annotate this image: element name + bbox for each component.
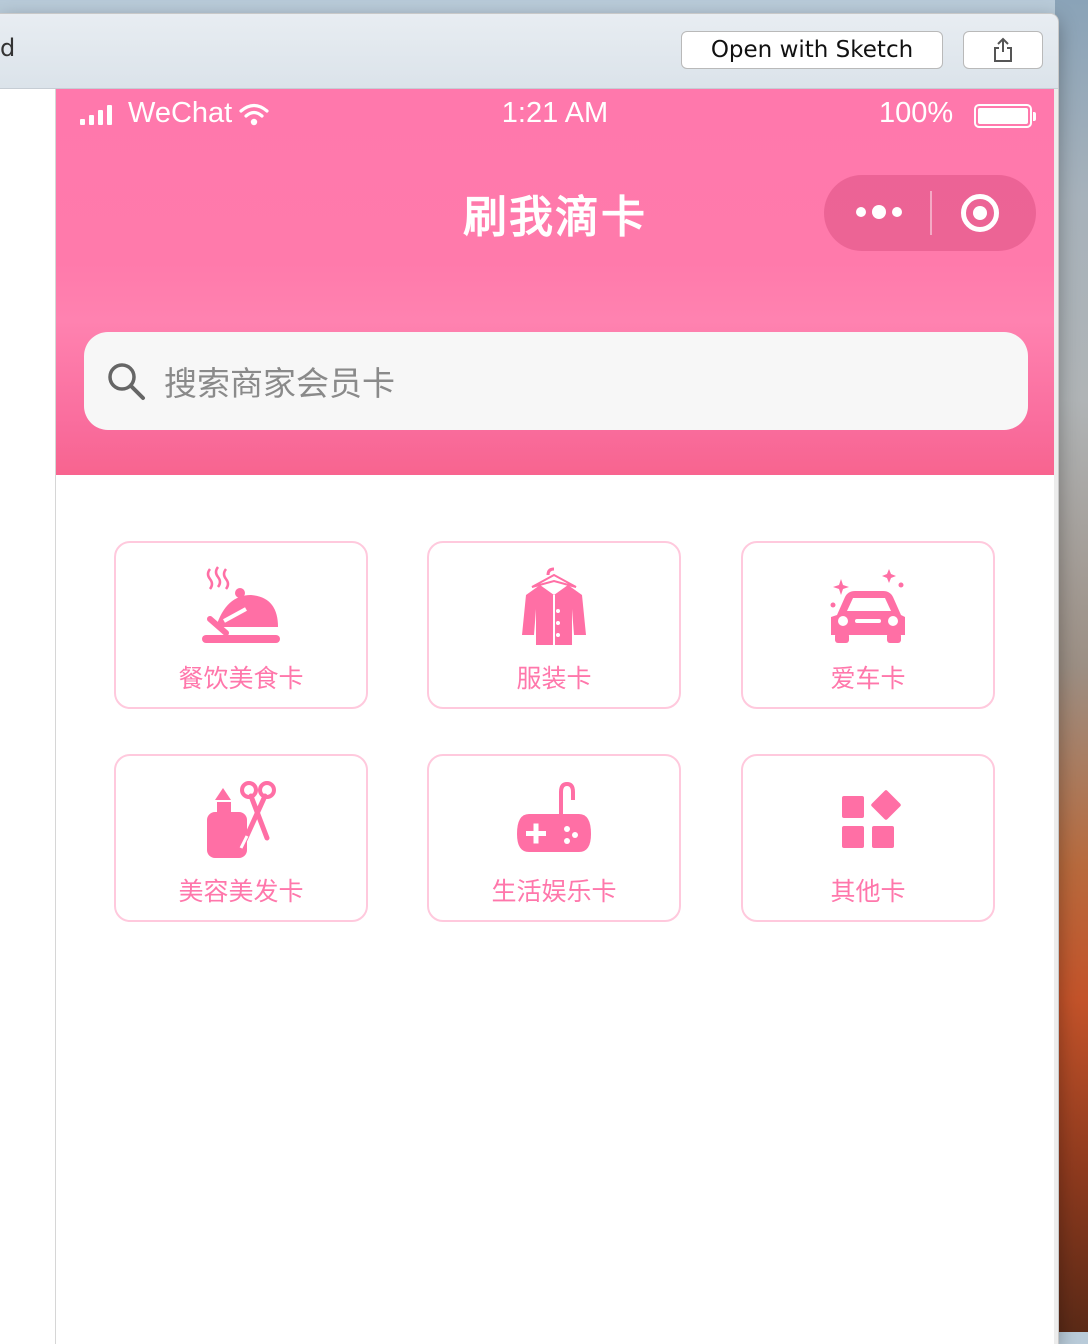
battery-icon — [974, 104, 1036, 128]
category-label: 其他卡 — [830, 877, 906, 906]
gamepad-icon — [517, 781, 591, 852]
food-cloche-icon — [202, 566, 280, 643]
car-icon — [830, 569, 905, 643]
category-label: 服装卡 — [516, 664, 592, 693]
status-bar: WeChat 1:21 AM 100% — [56, 89, 1054, 145]
category-card-other[interactable]: 其他卡 — [741, 754, 995, 922]
category-card-food[interactable]: 餐饮美食卡 — [114, 541, 368, 709]
category-label: 生活娱乐卡 — [491, 877, 617, 906]
app-window: d Open with Sketch WeChat 1:21 AM 100% 刷… — [0, 14, 1058, 1344]
battery-percent: 100% — [879, 97, 954, 129]
beauty-scissors-icon — [207, 781, 276, 858]
category-card-entertainment[interactable]: 生活娱乐卡 — [427, 754, 681, 922]
apps-grid-icon — [842, 790, 901, 848]
search-icon — [108, 363, 145, 400]
more-dots-icon[interactable] — [856, 205, 902, 219]
share-icon — [994, 37, 1012, 62]
search-placeholder: 搜索商家会员卡 — [164, 364, 395, 403]
close-target-icon[interactable] — [961, 194, 999, 232]
category-label: 餐饮美食卡 — [178, 664, 304, 693]
phone-screen: WeChat 1:21 AM 100% 刷我滴卡 搜索商家会员卡 餐饮美食卡 服… — [56, 89, 1054, 1344]
window-toolbar: d Open with Sketch — [0, 14, 1058, 89]
capsule-divider — [930, 191, 932, 235]
sidebar-pane — [0, 89, 56, 1344]
search-bar[interactable]: 搜索商家会员卡 — [84, 332, 1028, 430]
category-label: 爱车卡 — [830, 664, 906, 693]
category-card-beauty[interactable]: 美容美发卡 — [114, 754, 368, 922]
miniprogram-capsule — [824, 175, 1036, 251]
clothing-icon — [522, 567, 586, 645]
category-card-car[interactable]: 爱车卡 — [741, 541, 995, 709]
toolbar-title-fragment: d — [0, 34, 16, 62]
share-button[interactable] — [963, 31, 1043, 69]
page-header: WeChat 1:21 AM 100% 刷我滴卡 搜索商家会员卡 — [56, 89, 1054, 475]
desktop-wallpaper — [1055, 0, 1088, 1332]
category-label: 美容美发卡 — [178, 877, 304, 906]
category-card-clothing[interactable]: 服装卡 — [427, 541, 681, 709]
open-with-sketch-button[interactable]: Open with Sketch — [681, 31, 943, 69]
